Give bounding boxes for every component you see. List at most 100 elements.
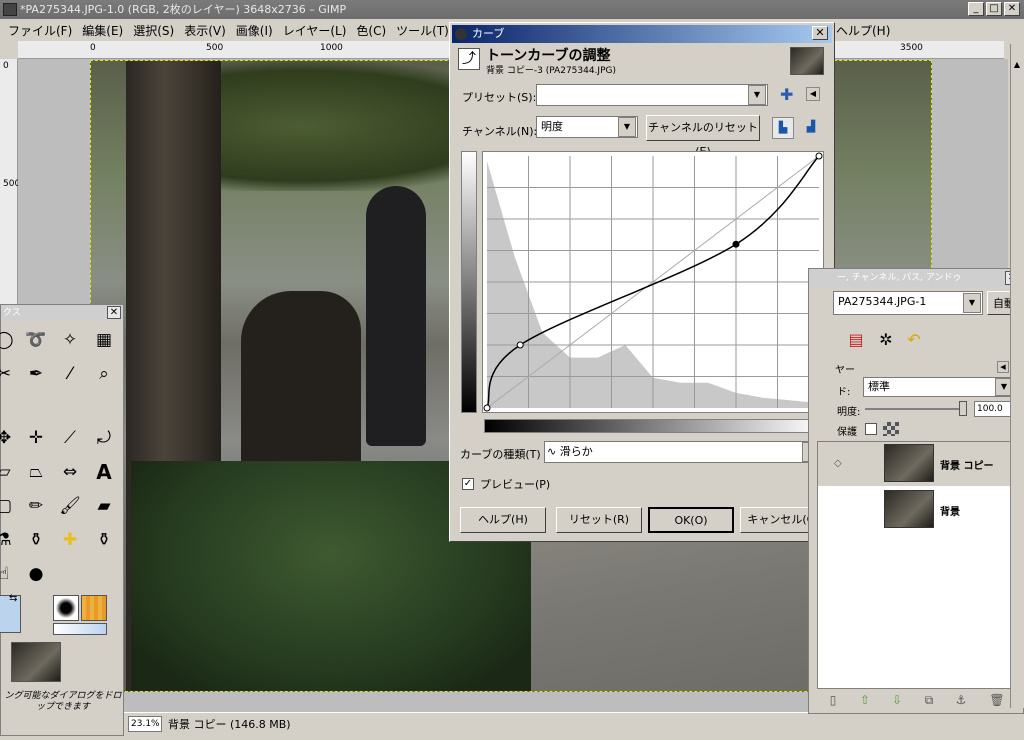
- gimp-wilber-icon: [455, 28, 467, 40]
- toolbox-close-button[interactable]: ✕: [107, 306, 121, 319]
- eye-icon[interactable]: ◇: [834, 458, 842, 469]
- preview-checkbox[interactable]: ✓: [462, 478, 474, 490]
- scroll-up-icon[interactable]: ▲: [1011, 60, 1023, 72]
- ellipse-select-icon[interactable]: ◯: [0, 327, 17, 353]
- fuzzy-select-icon[interactable]: ✧: [57, 327, 83, 353]
- curves-close-button[interactable]: ✕: [812, 26, 828, 40]
- curve-graph[interactable]: [482, 151, 824, 413]
- minimize-button[interactable]: _: [968, 2, 984, 16]
- scissors-icon[interactable]: ✂: [0, 361, 17, 387]
- vertical-scrollbar[interactable]: [1010, 44, 1024, 708]
- layer-thumbnail: [884, 444, 934, 482]
- photo-person: [241, 291, 361, 471]
- layer-row[interactable]: 背景: [818, 488, 1014, 532]
- color-picker-icon[interactable]: ⁄: [57, 361, 83, 387]
- new-layer-icon[interactable]: ▯: [823, 691, 843, 709]
- help-button[interactable]: ヘルプ(H): [460, 507, 546, 533]
- image-select-combo[interactable]: PA275344.JPG-1: [833, 291, 983, 315]
- paths-icon[interactable]: ✒: [23, 361, 49, 387]
- zoom-icon[interactable]: ⌕: [91, 361, 117, 387]
- crop-icon[interactable]: ⟋: [57, 425, 83, 451]
- chevron-down-icon[interactable]: ▼: [748, 85, 766, 105]
- delete-layer-icon[interactable]: 🗑: [987, 691, 1007, 709]
- select-by-color-icon[interactable]: ▦: [91, 327, 117, 353]
- clone-icon[interactable]: ⚱: [23, 527, 49, 553]
- channels-tab-icon[interactable]: ▤: [843, 329, 869, 351]
- curve-control-point: [732, 240, 740, 248]
- reset-channel-button[interactable]: チャンネルのリセット(E): [646, 115, 760, 158]
- preset-combo[interactable]: [536, 84, 768, 106]
- move-icon[interactable]: ✥: [0, 425, 17, 451]
- airbrush-icon[interactable]: ⚗: [0, 527, 17, 553]
- layer-row[interactable]: ◇ 背景 コピー: [818, 442, 1014, 486]
- menu-layer[interactable]: レイヤー(L): [281, 22, 355, 39]
- curve-type-label: カーブの種類(T): [460, 448, 541, 461]
- smooth-curve-icon: ∿: [547, 445, 557, 458]
- mode-label: ド:: [837, 387, 851, 398]
- preset-menu-icon[interactable]: ◀: [806, 87, 820, 101]
- paths-tab-icon[interactable]: ✲: [873, 329, 899, 351]
- pattern-preview[interactable]: [81, 595, 107, 621]
- text-tool-icon[interactable]: A: [91, 459, 117, 485]
- curves-tool-icon: ⤴: [458, 48, 480, 70]
- menu-select[interactable]: 選択(S): [131, 22, 182, 39]
- menu-color[interactable]: 色(C): [354, 22, 394, 39]
- menu-help[interactable]: ヘルプ(H): [836, 22, 890, 39]
- active-image-thumbnail[interactable]: [11, 642, 61, 682]
- raise-layer-icon[interactable]: ⇧: [855, 691, 875, 709]
- curve-graph-svg[interactable]: [483, 152, 823, 412]
- chevron-down-icon[interactable]: ▼: [963, 293, 981, 313]
- menu-tools[interactable]: ツール(T): [394, 22, 457, 39]
- lower-layer-icon[interactable]: ⇩: [887, 691, 907, 709]
- opacity-field[interactable]: 100.0: [974, 401, 1012, 417]
- ruler-tick: 0: [3, 61, 9, 71]
- swap-colors-icon[interactable]: ⇆: [9, 593, 17, 604]
- add-preset-icon[interactable]: ✚: [780, 85, 793, 104]
- toolbox-title: クス: [3, 308, 21, 318]
- preview-label: プレビュー(P): [480, 478, 551, 491]
- align-icon[interactable]: ✛: [23, 425, 49, 451]
- layers-list[interactable]: ◇ 背景 コピー 背景: [817, 441, 1015, 689]
- shear-icon[interactable]: ▱: [0, 459, 17, 485]
- chevron-down-icon[interactable]: ▼: [618, 117, 636, 137]
- flip-icon[interactable]: ⇔: [57, 459, 83, 485]
- opacity-slider-handle[interactable]: [959, 401, 967, 416]
- lock-alpha-checkbox[interactable]: [865, 423, 877, 435]
- undo-tab-icon[interactable]: ↶: [901, 329, 927, 351]
- window-close-button[interactable]: ✕: [1004, 2, 1020, 16]
- heal-icon[interactable]: ✚: [57, 527, 83, 553]
- perspective-clone-icon[interactable]: ⚱: [91, 527, 117, 553]
- ok-button[interactable]: OK(O): [648, 507, 734, 533]
- lasso-icon[interactable]: ➰: [23, 327, 49, 353]
- zoom-field[interactable]: 23.1%: [128, 716, 162, 732]
- menu-edit[interactable]: 編集(E): [80, 22, 131, 39]
- horizontal-gradient-bar: [484, 419, 822, 433]
- anchor-layer-icon[interactable]: ⚓: [951, 691, 971, 709]
- eraser-icon[interactable]: ▰: [91, 493, 117, 519]
- paintbrush-icon[interactable]: 🖌: [57, 493, 83, 519]
- curve-control-point: [516, 341, 524, 349]
- curve-type-combo[interactable]: ∿ 滑らか: [544, 441, 822, 463]
- pencil-icon[interactable]: ✏: [23, 493, 49, 519]
- mode-combo[interactable]: 標準: [863, 377, 1013, 397]
- gradient-preview[interactable]: [53, 623, 107, 635]
- menu-image[interactable]: 画像(I): [234, 22, 281, 39]
- rotate-icon[interactable]: ⤾: [91, 425, 117, 451]
- menu-view[interactable]: 表示(V): [182, 22, 234, 39]
- reset-button[interactable]: リセット(R): [556, 507, 642, 533]
- brush-preview[interactable]: [53, 595, 79, 621]
- linear-histogram-icon[interactable]: ▙: [772, 117, 794, 139]
- menu-file[interactable]: ファイル(F): [6, 22, 80, 39]
- dodge-burn-icon[interactable]: ●: [23, 561, 49, 587]
- maximize-button[interactable]: □: [986, 2, 1002, 16]
- gimp-app-icon: [3, 3, 17, 16]
- tab-menu-icon[interactable]: ◀: [997, 361, 1009, 373]
- duplicate-layer-icon[interactable]: ⧉: [919, 691, 939, 709]
- perspective-icon[interactable]: ⏢: [23, 459, 49, 485]
- curve-type-value: 滑らか: [559, 445, 593, 458]
- layer-thumbnail: [884, 490, 934, 528]
- opacity-slider[interactable]: [865, 408, 965, 410]
- bucket-fill-icon[interactable]: ▢: [0, 493, 17, 519]
- smudge-icon[interactable]: ☝: [0, 561, 17, 587]
- log-histogram-icon[interactable]: ▟: [800, 117, 822, 139]
